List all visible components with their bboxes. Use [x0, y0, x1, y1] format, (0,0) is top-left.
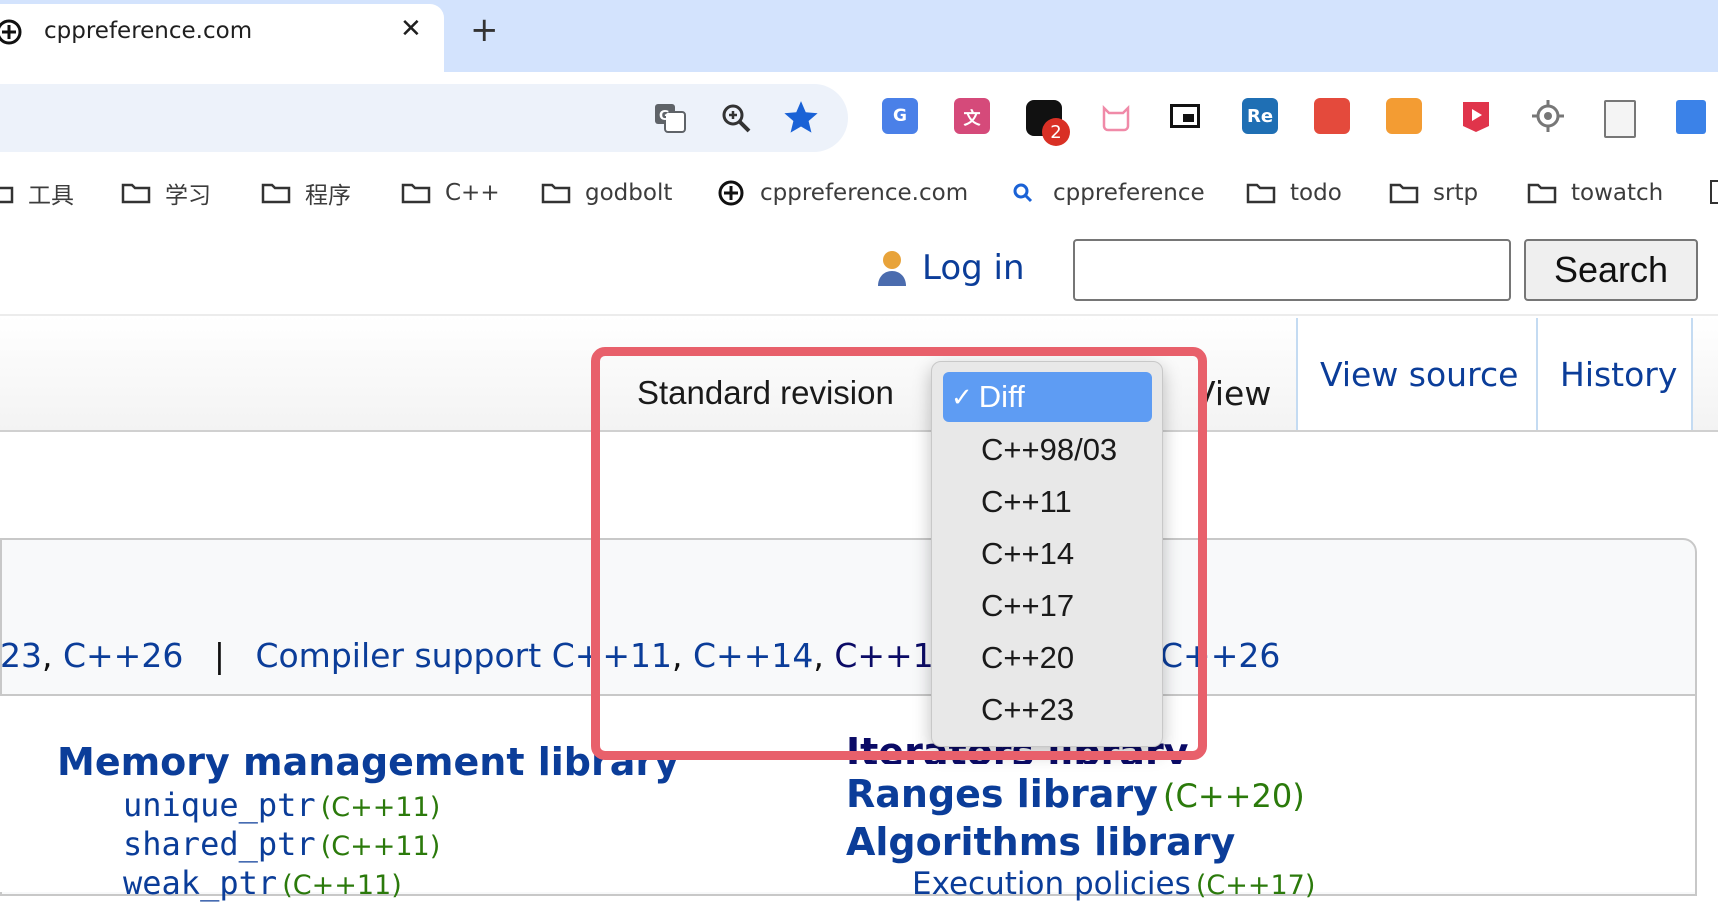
translate-page-icon[interactable]: G: [652, 100, 688, 136]
separator: |: [213, 636, 225, 675]
version-link-cpp26[interactable]: C++26: [63, 636, 183, 675]
weak-ptr-link[interactable]: weak_ptr: [123, 864, 277, 902]
bookmark-label: srtp: [1433, 180, 1479, 206]
bookmark-folder-cpp[interactable]: C++: [401, 176, 500, 210]
bookmark-label: towatch: [1571, 180, 1664, 206]
search-input[interactable]: [1073, 239, 1511, 301]
folder-icon: [261, 182, 291, 204]
ranges-header[interactable]: Ranges library: [846, 772, 1158, 816]
unique-ptr-link[interactable]: unique_ptr: [123, 786, 316, 824]
bookmark-label: 程序: [305, 183, 351, 209]
history-tab-label: History: [1560, 354, 1678, 394]
bookmark-label: godbolt: [585, 180, 673, 206]
bookmark-folder-godbolt[interactable]: godbolt: [541, 176, 672, 210]
bookmark-label: cppreference.com: [760, 180, 969, 206]
login-link[interactable]: Log in: [922, 248, 1025, 288]
folder-icon: [1527, 182, 1557, 204]
memory-management-header[interactable]: Memory management library: [57, 740, 679, 784]
rss-extension-icon[interactable]: [1386, 98, 1422, 134]
folder-icon: [121, 182, 151, 204]
revision-tag: (C++17): [1195, 870, 1316, 901]
memory-item: unique_ptr (C++11): [123, 786, 440, 824]
view-source-tab[interactable]: View source: [1296, 318, 1536, 430]
user-icon: [876, 248, 908, 288]
download-extension-icon[interactable]: [1676, 100, 1706, 134]
bookmark-label: C++: [445, 180, 500, 206]
compiler-support-link[interactable]: Compiler support: [255, 636, 541, 675]
new-tab-button[interactable]: +: [470, 10, 499, 50]
bookmark-folder-srtp[interactable]: srtp: [1389, 176, 1478, 210]
bookmark-folder-study[interactable]: 学习: [121, 176, 211, 210]
notes-extension-icon[interactable]: [1314, 98, 1350, 134]
folder-icon: [401, 182, 431, 204]
view-tab[interactable]: View: [1207, 374, 1297, 420]
shared-ptr-link[interactable]: shared_ptr: [123, 825, 316, 863]
tab-title: cppreference.com: [44, 18, 253, 44]
algorithms-header[interactable]: Algorithms library: [846, 820, 1235, 864]
view-tab-label: View: [1207, 374, 1272, 413]
bookmark-cppreference-search[interactable]: cppreference: [1011, 176, 1205, 210]
history-tab[interactable]: History: [1536, 318, 1693, 430]
google-translate-extension-icon[interactable]: G: [882, 98, 918, 134]
revision-tag: (C++11): [320, 792, 441, 823]
revision-tag: (C++11): [320, 831, 441, 862]
ranges-row: Ranges library (C++20): [846, 772, 1305, 816]
folder-icon: [541, 182, 571, 204]
bookmark-label: 学习: [165, 183, 211, 209]
bookmark-label: cppreference: [1053, 180, 1205, 206]
tab-close-icon[interactable]: ✕: [400, 14, 422, 44]
folder-icon: [0, 182, 14, 204]
version-link-cpp23[interactable]: 23: [0, 636, 42, 675]
bookmark-star-icon[interactable]: [782, 98, 820, 136]
svg-text:G: G: [659, 109, 670, 124]
search-button[interactable]: Search: [1524, 239, 1698, 301]
folder-icon: [1246, 182, 1276, 204]
re-extension-icon[interactable]: Re: [1242, 98, 1278, 134]
view-source-tab-label: View source: [1320, 354, 1519, 394]
bookmark-folder-towatch[interactable]: towatch: [1527, 176, 1663, 210]
folder-icon: [1389, 182, 1419, 204]
search-icon: [1011, 181, 1035, 205]
document-extension-icon[interactable]: [1604, 100, 1636, 138]
cppreference-favicon-icon: [0, 17, 24, 47]
extension-badge: 2: [1042, 118, 1070, 146]
bookmark-cppreference-site[interactable]: cppreference.com: [716, 176, 968, 210]
memory-item: shared_ptr (C++11): [123, 825, 440, 863]
translator-extension-icon[interactable]: 文: [954, 98, 990, 134]
cat-extension-icon[interactable]: [1098, 98, 1134, 134]
execution-policies-row: Execution policies (C++17): [912, 866, 1315, 902]
revision-tag: (C++11): [282, 870, 402, 901]
execution-policies-link[interactable]: Execution policies: [912, 866, 1191, 902]
picture-in-picture-icon[interactable]: [1170, 104, 1200, 128]
bookmark-folder-tools[interactable]: 工具: [0, 176, 74, 210]
folder-icon[interactable]: [1710, 180, 1718, 204]
video-extension-icon[interactable]: [1458, 98, 1494, 134]
highlight-box: [591, 347, 1207, 760]
bookmark-folder-todo[interactable]: todo: [1246, 176, 1342, 210]
memory-item: weak_ptr (C++11): [123, 864, 402, 902]
bookmark-folder-programs[interactable]: 程序: [261, 176, 351, 210]
cppreference-favicon-icon: [716, 178, 746, 208]
bookmark-label: todo: [1290, 180, 1342, 206]
target-extension-icon[interactable]: [1530, 98, 1566, 134]
bookmark-label: 工具: [28, 183, 74, 209]
zoom-icon[interactable]: [718, 100, 754, 136]
revision-tag: (C++20): [1163, 777, 1305, 815]
